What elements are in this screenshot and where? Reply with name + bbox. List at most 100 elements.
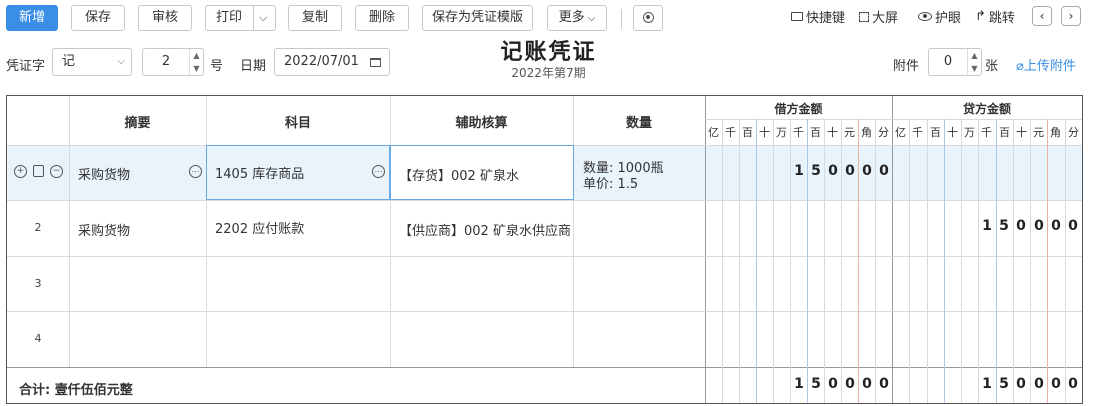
debit-total-digit: 0 xyxy=(828,376,838,392)
col-divider xyxy=(390,96,391,367)
row2-account[interactable]: 2202 应付账款 xyxy=(215,218,304,237)
credit-total-digit: 0 xyxy=(1051,376,1061,392)
col-divider xyxy=(705,96,706,403)
date-field[interactable]: 2022/07/01 xyxy=(274,48,390,76)
settings-button[interactable] xyxy=(633,5,663,31)
stepper-arrows-icon[interactable]: ▲ ▼ xyxy=(189,49,203,75)
row-number: 4 xyxy=(34,332,42,345)
credit-total-digit: 1 xyxy=(982,376,992,392)
debit-digit-divider xyxy=(790,119,791,403)
voucher-word-value: 记 xyxy=(62,54,76,69)
paperclip-icon: ⌀ xyxy=(1016,59,1024,74)
fullscreen-link[interactable]: 大屏 xyxy=(859,7,898,26)
save-button[interactable]: 保存 xyxy=(71,5,125,31)
debit-digit-label: 分 xyxy=(878,126,889,139)
credit-digit-label: 角 xyxy=(1050,126,1061,139)
shortcuts-link[interactable]: 快捷键 xyxy=(791,7,845,26)
attachment-count-stepper[interactable]: 0 ▲ ▼ xyxy=(928,48,982,76)
col-divider xyxy=(69,96,70,367)
remove-row-icon[interactable]: − xyxy=(50,165,63,178)
chevron-down-icon[interactable]: ⌵ xyxy=(259,6,267,30)
credit-digit-label: 十 xyxy=(1016,126,1027,139)
debit-digit-divider xyxy=(722,119,723,403)
debit-digit-label: 百 xyxy=(810,126,821,139)
debit-total-digit: 0 xyxy=(862,376,872,392)
jump-link[interactable]: ↱ 跳转 xyxy=(975,7,1015,26)
stepper-arrows-icon[interactable]: ▲ ▼ xyxy=(967,49,981,75)
debit-digit-label: 角 xyxy=(861,126,872,139)
debit-digit-divider xyxy=(858,119,859,403)
next-button[interactable]: › xyxy=(1061,6,1081,26)
debit-digit-label: 元 xyxy=(844,126,855,139)
credit-digit-label: 千 xyxy=(912,126,923,139)
row2-auxiliary[interactable]: 【供应商】002 矿泉水供应商 xyxy=(399,220,571,239)
credit-digit-divider xyxy=(996,119,997,403)
credit-total-digit: 0 xyxy=(1016,376,1026,392)
debit-digit-divider xyxy=(875,119,876,403)
credit-total-digit: 0 xyxy=(1068,376,1078,392)
credit-digit-label: 元 xyxy=(1033,126,1044,139)
copy-row-icon[interactable] xyxy=(33,165,44,177)
credit-digit-divider xyxy=(1013,119,1014,403)
credit-digit-divider xyxy=(944,119,945,403)
copy-button[interactable]: 复制 xyxy=(288,5,342,31)
row-divider xyxy=(7,367,1082,368)
credit-amount-digit: 1 xyxy=(982,218,992,234)
row-divider xyxy=(7,311,1082,312)
credit-amount-digit: 0 xyxy=(1034,218,1044,234)
header-summary: 摘要 xyxy=(124,116,151,131)
debit-amount-digit: 0 xyxy=(828,163,838,179)
attachment-unit: 张 xyxy=(985,59,999,74)
debit-digit-divider xyxy=(807,119,808,403)
debit-amount-digit: 0 xyxy=(845,163,855,179)
debit-amount-digit: 0 xyxy=(879,163,889,179)
row1-summary[interactable]: 采购货物 xyxy=(78,164,130,183)
redirect-icon: ↱ xyxy=(975,9,986,24)
credit-amount-digit: 0 xyxy=(1068,218,1078,234)
settings-icon xyxy=(642,12,654,23)
row2-summary[interactable]: 采购货物 xyxy=(78,220,130,239)
voucher-number-stepper[interactable]: 2 ▲ ▼ xyxy=(142,48,204,76)
credit-digit-label: 千 xyxy=(981,126,992,139)
eye-care-label: 护眼 xyxy=(935,11,962,26)
add-row-icon[interactable]: + xyxy=(14,165,27,178)
chevron-down-icon: ⌵ xyxy=(117,56,125,67)
row1-unit-price[interactable]: 单价: 1.5 xyxy=(583,173,638,192)
chevron-right-icon: › xyxy=(1068,9,1074,23)
voucher-word-select[interactable]: 记 ⌵ xyxy=(52,48,132,76)
more-options-icon[interactable]: ⋯ xyxy=(372,165,385,178)
more-options-icon[interactable]: ⋯ xyxy=(189,165,202,178)
row1-account[interactable]: 1405 库存商品 xyxy=(215,163,304,182)
credit-digit-divider xyxy=(909,119,910,403)
credit-digit-label: 亿 xyxy=(895,126,906,139)
calendar-icon xyxy=(370,58,381,67)
credit-digit-divider xyxy=(1047,119,1048,403)
attachment-label: 附件 xyxy=(893,59,920,74)
credit-total-digit: 5 xyxy=(999,376,1009,392)
upload-attachment-link[interactable]: ⌀上传附件 xyxy=(1016,55,1076,74)
voucher-number-suffix: 号 xyxy=(210,59,224,74)
credit-digit-label: 十 xyxy=(947,126,958,139)
eye-care-link[interactable]: 护眼 xyxy=(918,7,961,26)
previous-button[interactable]: ‹ xyxy=(1032,6,1052,26)
credit-digit-divider xyxy=(978,119,979,403)
debit-digit-label: 十 xyxy=(827,126,838,139)
keyboard-icon xyxy=(791,12,803,21)
more-button[interactable]: 更多 ⌵ xyxy=(547,5,607,31)
delete-button[interactable]: 删除 xyxy=(355,5,409,31)
debit-digit-divider xyxy=(756,119,757,403)
attachment-count-value: 0 xyxy=(943,54,953,69)
save-template-button[interactable]: 保存为凭证模版 xyxy=(422,5,533,31)
more-label: 更多 xyxy=(558,10,585,25)
upload-attachment-label: 上传附件 xyxy=(1023,59,1076,74)
new-button[interactable]: 新增 xyxy=(6,5,58,31)
credit-amount-digit: 0 xyxy=(1016,218,1026,234)
header-credit: 贷方金额 xyxy=(962,102,1011,116)
debit-total-digit: 0 xyxy=(845,376,855,392)
print-label: 打印 xyxy=(216,10,243,25)
print-button[interactable]: 打印 ⌵ xyxy=(205,5,276,31)
audit-button[interactable]: 审核 xyxy=(138,5,192,31)
row1-auxiliary[interactable]: 【存货】002 矿泉水 xyxy=(399,165,519,184)
debit-digit-divider xyxy=(739,119,740,403)
credit-digit-divider xyxy=(1065,119,1066,403)
